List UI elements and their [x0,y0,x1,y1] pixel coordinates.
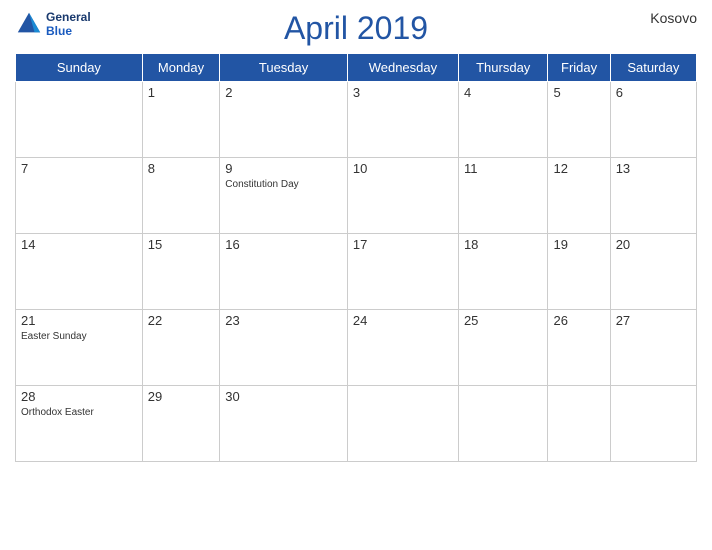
calendar-day-cell: 22 [142,310,220,386]
day-event: Easter Sunday [21,331,87,342]
calendar-day-cell: 18 [458,234,548,310]
calendar-body: 123456789Constitution Day101112131415161… [16,82,697,462]
header-saturday: Saturday [610,54,696,82]
day-number: 26 [553,313,604,328]
calendar-title: April 2019 [284,10,428,47]
calendar-day-cell: 21 Easter Sunday [16,310,143,386]
day-number: 10 [353,161,453,176]
day-number: 1 [148,85,215,100]
day-number: 23 [225,313,342,328]
calendar-day-cell: 14 [16,234,143,310]
day-number: 7 [21,161,137,176]
header-friday: Friday [548,54,610,82]
calendar-day-cell: 8 [142,158,220,234]
day-number: 12 [553,161,604,176]
day-number: 20 [616,237,691,252]
calendar-day-cell [610,386,696,462]
day-number: 14 [21,237,137,252]
calendar-day-cell: 19 [548,234,610,310]
day-event: Constitution Day [225,179,298,190]
calendar-day-cell: 24 [347,310,458,386]
region-label: Kosovo [650,10,697,26]
calendar-wrapper: General Blue April 2019 Kosovo Sunday Mo… [0,0,712,550]
logo-area: General Blue [15,10,91,38]
calendar-day-cell: 27 [610,310,696,386]
day-number: 2 [225,85,342,100]
header-wednesday: Wednesday [347,54,458,82]
calendar-day-cell [16,82,143,158]
calendar-day-cell: 5 [548,82,610,158]
calendar-day-cell: 15 [142,234,220,310]
calendar-day-cell: 13 [610,158,696,234]
calendar-day-cell: 1 [142,82,220,158]
header-thursday: Thursday [458,54,548,82]
calendar-day-cell: 23 [220,310,348,386]
day-number: 17 [353,237,453,252]
calendar-grid: Sunday Monday Tuesday Wednesday Thursday… [15,53,697,462]
day-number: 29 [148,389,215,404]
day-number: 27 [616,313,691,328]
weekday-header-row: Sunday Monday Tuesday Wednesday Thursday… [16,54,697,82]
calendar-day-cell: 26 [548,310,610,386]
calendar-day-cell: 30 [220,386,348,462]
calendar-day-cell: 7 [16,158,143,234]
day-number: 4 [464,85,543,100]
day-number: 9 [225,161,342,176]
calendar-week-row: 28 Orthodox Easter 29 30 [16,386,697,462]
day-event: Orthodox Easter [21,407,94,418]
calendar-day-cell: 11 [458,158,548,234]
day-number: 30 [225,389,342,404]
calendar-week-row: 21 Easter Sunday 22 23 24 25 26 27 [16,310,697,386]
header-sunday: Sunday [16,54,143,82]
day-number: 19 [553,237,604,252]
calendar-day-cell: 25 [458,310,548,386]
day-number: 6 [616,85,691,100]
header-monday: Monday [142,54,220,82]
calendar-week-row: 14 15 16 17 18 19 20 [16,234,697,310]
logo-text: General Blue [46,10,91,38]
day-number: 8 [148,161,215,176]
calendar-day-cell: 6 [610,82,696,158]
day-number: 15 [148,237,215,252]
calendar-header: General Blue April 2019 Kosovo [15,10,697,47]
day-number: 3 [353,85,453,100]
day-number: 24 [353,313,453,328]
calendar-week-row: 789 Constitution Day 10 11 12 13 [16,158,697,234]
day-number: 5 [553,85,604,100]
day-number: 22 [148,313,215,328]
calendar-day-cell [548,386,610,462]
calendar-day-cell: 20 [610,234,696,310]
calendar-day-cell: 29 [142,386,220,462]
day-number: 21 [21,313,137,328]
header-tuesday: Tuesday [220,54,348,82]
calendar-day-cell: 9 Constitution Day [220,158,348,234]
day-number: 16 [225,237,342,252]
day-number: 28 [21,389,137,404]
calendar-day-cell: 4 [458,82,548,158]
calendar-day-cell: 17 [347,234,458,310]
day-number: 18 [464,237,543,252]
calendar-day-cell: 2 [220,82,348,158]
calendar-day-cell [458,386,548,462]
day-number: 13 [616,161,691,176]
logo-line2: Blue [46,24,91,38]
calendar-day-cell: 16 [220,234,348,310]
calendar-day-cell: 10 [347,158,458,234]
calendar-day-cell [347,386,458,462]
general-blue-logo-icon [15,10,43,38]
logo-line1: General [46,10,91,24]
calendar-day-cell: 12 [548,158,610,234]
calendar-day-cell: 28 Orthodox Easter [16,386,143,462]
calendar-week-row: 123456 [16,82,697,158]
day-number: 11 [464,161,543,176]
day-number: 25 [464,313,543,328]
calendar-day-cell: 3 [347,82,458,158]
